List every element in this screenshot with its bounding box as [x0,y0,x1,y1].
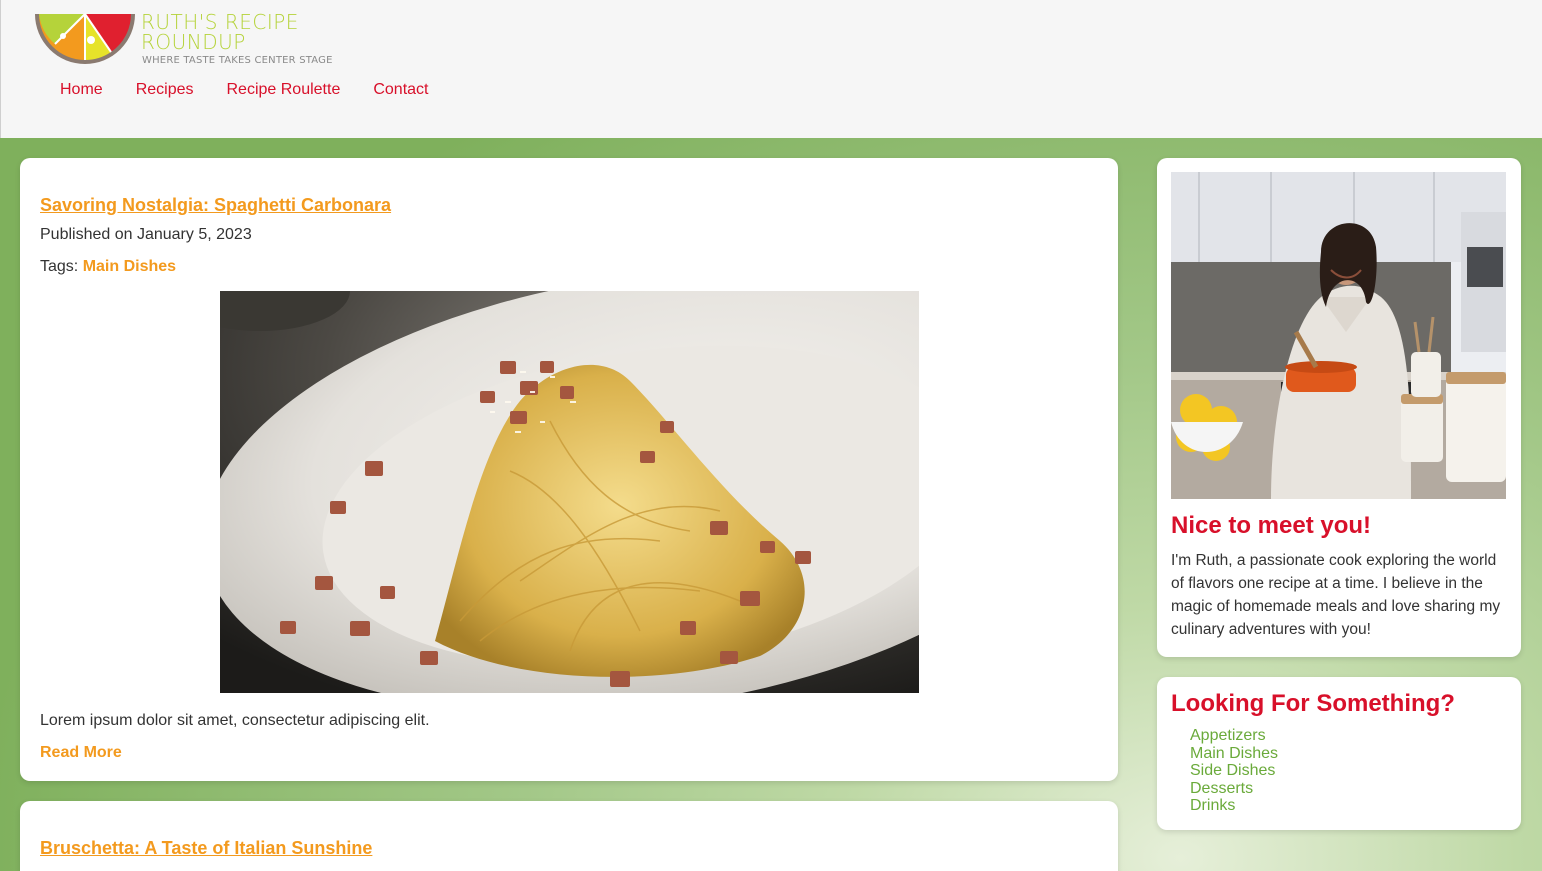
ruth-kitchen-illustration [1171,172,1506,499]
tag-link-main-dishes[interactable]: Main Dishes [83,258,176,275]
categories-card: Looking For Something? Appetizers Main D… [1157,677,1521,830]
carbonara-illustration [220,291,919,693]
list-item: Appetizers [1190,727,1278,745]
category-link-main-dishes[interactable]: Main Dishes [1190,745,1278,763]
logo-title-line1: RUTH'S RECIPE [141,10,299,34]
list-item: Side Dishes [1190,762,1278,780]
site-header: RUTH'S RECIPE ROUNDUP WHERE TASTE TAKES … [0,0,1542,138]
category-link-appetizers[interactable]: Appetizers [1190,727,1278,745]
categories-heading: Looking For Something? [1171,690,1455,717]
tags-label: Tags: [40,258,79,275]
post-card: Savoring Nostalgia: Spaghetti Carbonara … [20,158,1118,781]
post-excerpt: Lorem ipsum dolor sit amet, consectetur … [40,712,430,729]
nav-contact[interactable]: Contact [373,81,428,99]
category-link-desserts[interactable]: Desserts [1190,780,1278,798]
nav-recipes[interactable]: Recipes [136,81,194,99]
post-date: Published on January 5, 2023 [40,226,252,243]
nav-recipe-roulette[interactable]: Recipe Roulette [227,81,341,99]
category-link-side-dishes[interactable]: Side Dishes [1190,762,1278,780]
read-more-link[interactable]: Read More [40,744,122,762]
site-logo[interactable]: RUTH'S RECIPE ROUNDUP WHERE TASTE TAKES … [33,0,363,70]
logo-tagline: WHERE TASTE TAKES CENTER STAGE [142,55,333,66]
about-text: I'm Ruth, a passionate cook exploring th… [1171,552,1501,638]
about-card: Nice to meet you! I'm Ruth, a passionate… [1157,158,1521,657]
category-link-drinks[interactable]: Drinks [1190,797,1278,815]
about-image [1171,172,1506,499]
post-tags: Tags: Main Dishes [40,258,176,276]
list-item: Drinks [1190,797,1278,815]
main-nav: Home Recipes Recipe Roulette Contact [60,81,428,99]
post-title-link[interactable]: Bruschetta: A Taste of Italian Sunshine [40,838,372,859]
post-image-spaghetti-carbonara[interactable] [220,291,919,693]
post-card: Bruschetta: A Taste of Italian Sunshine [20,801,1118,871]
logo-title: RUTH'S RECIPE ROUNDUP [141,12,361,52]
category-list: Appetizers Main Dishes Side Dishes Desse… [1190,727,1278,815]
list-item: Desserts [1190,780,1278,798]
logo-title-line2: ROUNDUP [141,30,246,54]
about-heading: Nice to meet you! [1171,512,1372,539]
post-title-link[interactable]: Savoring Nostalgia: Spaghetti Carbonara [40,195,391,216]
citrus-logo-icon [35,13,135,64]
list-item: Main Dishes [1190,745,1278,763]
nav-home[interactable]: Home [60,81,103,99]
